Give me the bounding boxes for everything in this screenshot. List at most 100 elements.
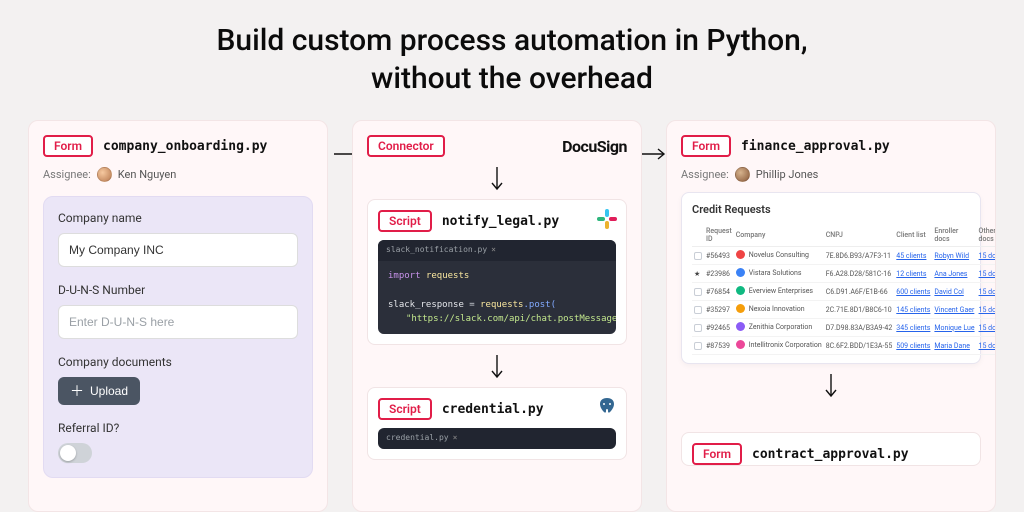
link-clients[interactable]: 12 clients: [896, 270, 926, 278]
cell-request-id: #23986: [704, 265, 734, 283]
headline-line1: Build custom process automation in Pytho…: [0, 22, 1024, 60]
card-form-onboarding: Form company_onboarding.py Assignee: Ken…: [28, 120, 328, 512]
label-company-name: Company name: [58, 211, 298, 225]
link-enroller[interactable]: Vincent Gaer: [934, 306, 974, 314]
code-tab[interactable]: slack_notification.py ×: [386, 244, 496, 257]
close-icon[interactable]: ×: [491, 244, 496, 257]
link-clients[interactable]: 345 clients: [896, 324, 930, 332]
filename-onboarding: company_onboarding.py: [103, 139, 267, 154]
col-company: Company: [734, 224, 824, 247]
checkbox[interactable]: [694, 252, 702, 260]
slack-icon: [596, 208, 618, 230]
badge-form: Form: [43, 135, 93, 157]
label-duns: D-U-N-S Number: [58, 283, 298, 297]
table-row[interactable]: #56493 Novelus Consulting 7E.8D6.B93/A7F3-…: [692, 247, 996, 265]
cell-company: Nexoia Innovation: [749, 305, 805, 313]
code-editor-credential: credential.py ×: [378, 428, 616, 449]
toggle-referral[interactable]: [58, 443, 92, 463]
company-dot-icon: [736, 250, 745, 259]
table-row[interactable]: #76854 Everview Enterprises C6.D91.A6F/E1B…: [692, 283, 996, 301]
cell-request-id: #87539: [704, 337, 734, 355]
card-form-finance: Form finance_approval.py Assignee: Phill…: [666, 120, 996, 512]
card-script-notify-legal: Script notify_legal.py slack_notificatio…: [367, 199, 627, 345]
table-row[interactable]: ★#23986Vistara SolutionsF6.A28.D28/581C-…: [692, 265, 996, 283]
avatar-icon: [97, 167, 112, 182]
card-connector: Connector DocuSign Script notify_legal.p…: [352, 120, 642, 512]
col-request-id: Request ID: [704, 224, 734, 247]
cell-request-id: #76854: [704, 283, 734, 301]
credit-requests-table: Request ID Company CNPJ Client list Enro…: [692, 224, 996, 355]
link-enroller[interactable]: Ana Jones: [934, 270, 967, 278]
col-enroller: Enroller docs: [932, 224, 976, 247]
link-other-docs[interactable]: 15 docs: [979, 270, 996, 278]
cell-company: Novelus Consulting: [749, 251, 809, 259]
link-other-docs[interactable]: 15 docs: [979, 324, 996, 332]
cell-cnpj: 8C.6F2.BDD/1E3A-55: [824, 337, 895, 355]
company-dot-icon: [736, 286, 745, 295]
cell-company: Everview Enterprises: [749, 287, 813, 295]
filename-credential: credential.py: [442, 402, 544, 417]
cell-cnpj: 2C.71E.8D1/B8C6-10: [824, 301, 895, 319]
badge-connector: Connector: [367, 135, 445, 157]
upload-label: Upload: [90, 384, 128, 398]
link-clients[interactable]: 45 clients: [896, 252, 926, 260]
arrow-down-icon: [490, 353, 642, 383]
checkbox[interactable]: [694, 342, 702, 350]
cell-request-id: #92465: [704, 319, 734, 337]
upload-button[interactable]: ＋ Upload: [58, 377, 140, 405]
table-title: Credit Requests: [692, 203, 970, 216]
col-other: Other docs: [977, 224, 996, 247]
checkbox[interactable]: [694, 306, 702, 314]
checkbox[interactable]: [694, 324, 702, 332]
arrow-down-icon: [824, 372, 996, 402]
cell-request-id: #56493: [704, 247, 734, 265]
cell-company: Intellitronix Corporation: [749, 341, 822, 349]
cell-cnpj: C6.D91.A6F/E1B-66: [824, 283, 895, 301]
filename-finance: finance_approval.py: [741, 139, 890, 154]
link-enroller[interactable]: Robyn Wild: [934, 252, 969, 260]
filename-contract: contract_approval.py: [752, 447, 909, 462]
link-clients[interactable]: 509 clients: [896, 342, 930, 350]
link-enroller[interactable]: David Col: [934, 288, 963, 296]
link-enroller[interactable]: Monique Lue: [934, 324, 974, 332]
input-duns[interactable]: [58, 305, 298, 339]
company-dot-icon: [736, 340, 745, 349]
code-editor-slack: slack_notification.py × import requests …: [378, 240, 616, 334]
link-clients[interactable]: 145 clients: [896, 306, 930, 314]
link-other-docs[interactable]: 15 docs: [979, 342, 996, 350]
assignee-label: Assignee:: [43, 168, 91, 181]
cell-request-id: #35297: [704, 301, 734, 319]
badge-script: Script: [378, 210, 432, 232]
label-documents: Company documents: [58, 355, 298, 369]
assignee-name: Ken Nguyen: [118, 168, 177, 181]
input-company-name[interactable]: [58, 233, 298, 267]
company-dot-icon: [736, 268, 745, 277]
avatar-icon: [735, 167, 750, 182]
link-other-docs[interactable]: 15 docs: [979, 288, 996, 296]
link-clients[interactable]: 600 clients: [896, 288, 930, 296]
badge-script: Script: [378, 398, 432, 420]
col-clients: Client list: [894, 224, 932, 247]
table-row[interactable]: #35297 Nexoia Innovation 2C.71E.8D1/B8C6-1…: [692, 301, 996, 319]
link-other-docs[interactable]: 15 docs: [979, 306, 996, 314]
code-tab-name: slack_notification.py: [386, 244, 487, 257]
card-form-contract: Form contract_approval.py: [681, 432, 981, 466]
plus-icon: ＋: [70, 384, 84, 398]
checkbox[interactable]: [694, 288, 702, 296]
cell-cnpj: D7.D98.83A/B3A9-42: [824, 319, 895, 337]
cell-cnpj: 7E.8D6.B93/A7F3-11: [824, 247, 895, 265]
company-dot-icon: [736, 304, 745, 313]
table-row[interactable]: #87539 Intellitronix Corporation8C.6F2.BD…: [692, 337, 996, 355]
assignee-name: Phillip Jones: [756, 168, 819, 181]
code-tab-name: credential.py: [386, 432, 449, 445]
link-other-docs[interactable]: 15 docs: [979, 252, 996, 260]
link-enroller[interactable]: Maria Dane: [934, 342, 970, 350]
table-row[interactable]: #92465Zenithia CorporationD7.D98.83A/B3A…: [692, 319, 996, 337]
badge-form: Form: [681, 135, 731, 157]
badge-form: Form: [692, 443, 742, 465]
headline-line2: without the overhead: [0, 60, 1024, 98]
code-tab[interactable]: credential.py ×: [386, 432, 457, 445]
close-icon[interactable]: ×: [453, 432, 458, 445]
docusign-logo: DocuSign: [562, 137, 627, 156]
page-headline: Build custom process automation in Pytho…: [0, 0, 1024, 97]
